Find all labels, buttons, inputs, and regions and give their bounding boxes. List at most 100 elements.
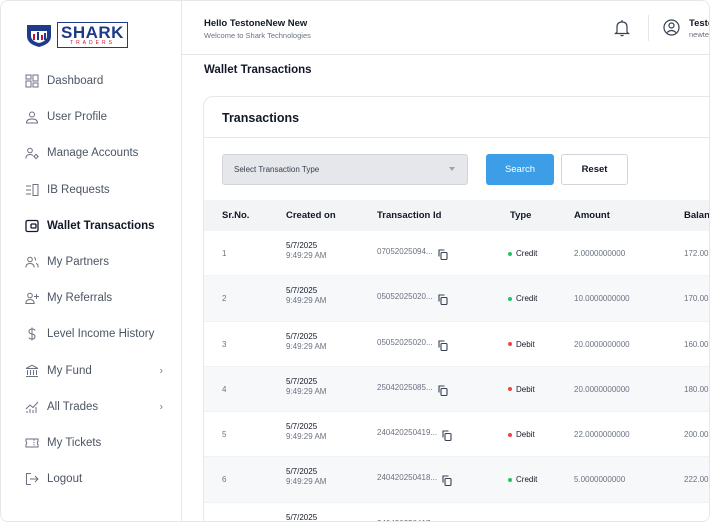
type-label: Debit xyxy=(516,384,535,394)
sidebar-item-my-tickets[interactable]: My Tickets xyxy=(1,425,181,461)
cell-balance: 200.00 xyxy=(684,430,709,440)
chevron-right-icon[interactable]: › xyxy=(160,401,163,412)
sidebar-item-label: All Trades xyxy=(47,400,99,413)
cell-transaction-id: 240420250419... xyxy=(377,424,452,442)
table-row: 1 5/7/2025 9:49:29 AM 07052025094... Credit 2… xyxy=(204,231,709,277)
cell-amount: 10.0000000000 xyxy=(574,294,630,304)
cell-date: 5/7/2025 xyxy=(286,376,318,386)
cell-amount: 22.0000000000 xyxy=(574,430,630,440)
ticket-icon xyxy=(25,436,39,450)
reset-button[interactable]: Reset xyxy=(561,154,628,185)
sidebar-item-my-partners[interactable]: My Partners xyxy=(1,244,181,280)
status-dot xyxy=(508,432,512,437)
cell-sr-no: 5 xyxy=(222,430,227,440)
sidebar-item-label: Dashboard xyxy=(47,75,104,88)
copy-icon[interactable] xyxy=(442,430,452,442)
sidebar-item-label: Logout xyxy=(47,473,83,486)
transaction-id-text: 240420250419... xyxy=(377,428,438,438)
chevron-right-icon[interactable]: › xyxy=(160,365,163,376)
cell-date: 5/7/2025 xyxy=(286,241,318,250)
column-header-type: Type xyxy=(510,210,532,221)
status-dot xyxy=(508,296,512,301)
cell-sr-no: 4 xyxy=(222,384,227,394)
sidebar-item-logout[interactable]: Logout xyxy=(1,461,181,497)
cell-created-on: 5/7/20259:49:29 AM xyxy=(286,332,326,352)
status-dot xyxy=(508,387,512,392)
sidebar-item-ib-requests[interactable]: IB Requests xyxy=(1,172,181,208)
sidebar-item-user-profile[interactable]: User Profile xyxy=(1,99,181,135)
cell-time: 9:49:29 AM xyxy=(286,341,327,351)
user-plus-icon xyxy=(25,291,39,305)
transaction-type-select[interactable]: Select Transaction Type xyxy=(222,154,468,185)
copy-icon[interactable] xyxy=(442,475,452,487)
sidebar-item-label: My Tickets xyxy=(47,436,102,449)
sidebar-item-label: My Referrals xyxy=(47,292,113,305)
cell-date: 5/7/2025 xyxy=(286,422,318,432)
cell-time: 9:49:29 AM xyxy=(286,296,327,306)
table-row: 4 5/7/2025 9:49:29 AM 25042025085... Debit 20… xyxy=(204,366,709,413)
copy-icon[interactable] xyxy=(438,340,448,351)
user-circle-icon[interactable] xyxy=(663,19,680,36)
cell-sr-no: 1 xyxy=(222,249,227,258)
column-header-srno: Sr.No. xyxy=(222,210,250,221)
card-title: Transactions xyxy=(222,111,300,125)
cell-transaction-id: 240420250417... xyxy=(377,515,452,521)
copy-icon[interactable] xyxy=(438,249,448,261)
chart-icon xyxy=(25,400,39,414)
cell-sr-no: 2 xyxy=(222,294,227,304)
users-gear-icon xyxy=(25,146,39,160)
cell-sr-no: 6 xyxy=(222,475,227,485)
user-email: newte xyxy=(689,30,710,39)
cell-date: 5/7/2025 xyxy=(286,286,318,296)
status-dot xyxy=(508,477,512,482)
cell-type: Debit xyxy=(508,340,535,349)
transaction-id-text: 05052025020... xyxy=(377,337,433,347)
cell-amount: 5.0000000000 xyxy=(574,475,626,485)
sidebar-item-level-income-history[interactable]: Level Income History xyxy=(1,316,181,352)
column-header-balance: Balanc xyxy=(684,210,710,221)
sidebar-item-manage-accounts[interactable]: Manage Accounts xyxy=(1,135,181,171)
status-dot xyxy=(508,251,512,256)
cell-created-on: 5/7/20259:49:29 AM xyxy=(286,422,326,442)
sidebar-item-label: My Fund xyxy=(47,364,92,377)
cell-created-on: 5/7/20259:49:29 AM xyxy=(286,467,326,487)
bell-icon[interactable] xyxy=(614,19,630,37)
sidebar-nav: Dashboard User Profile Manage Accounts IB R… xyxy=(1,63,181,497)
list-icon xyxy=(25,183,39,197)
cell-created-on: 5/7/20259:49:29 AM xyxy=(286,513,326,521)
type-label: Credit xyxy=(516,249,538,258)
table-body: 1 5/7/2025 9:49:29 AM 07052025094... Credit 2… xyxy=(204,231,709,521)
sidebar-item-dashboard[interactable]: Dashboard xyxy=(1,63,181,99)
sidebar-item-my-referrals[interactable]: My Referrals xyxy=(1,280,181,316)
card-divider xyxy=(204,137,709,138)
cell-transaction-id: 25042025085... xyxy=(377,379,448,396)
user-name[interactable]: Testo xyxy=(689,18,709,29)
greeting-block: Hello TestoneNew New Welcome to Shark Te… xyxy=(204,18,311,40)
transaction-id-text: 25042025085... xyxy=(377,382,433,392)
column-header-created-on: Created on xyxy=(286,210,336,221)
table-row: 2 5/7/2025 9:49:29 AM 05052025020... Credit 1… xyxy=(204,276,709,322)
copy-icon[interactable] xyxy=(438,294,448,306)
transaction-id-text: 05052025020... xyxy=(377,292,433,302)
copy-icon[interactable] xyxy=(438,385,448,396)
top-header: Hello TestoneNew New Welcome to Shark Te… xyxy=(182,1,710,55)
cell-type: Debit xyxy=(508,385,535,394)
sidebar-item-my-fund[interactable]: My Fund › xyxy=(1,353,181,389)
cell-transaction-id: 240420250418... xyxy=(377,469,452,487)
sidebar-item-all-trades[interactable]: All Trades › xyxy=(1,389,181,425)
cell-type: Credit xyxy=(508,475,537,484)
brand-sub: TRADERS xyxy=(70,39,115,46)
search-button[interactable]: Search xyxy=(486,154,554,185)
dollar-icon xyxy=(25,327,39,341)
cell-time: 9:49:29 AM xyxy=(286,386,327,396)
brand-logo[interactable]: SHARK TRADERS xyxy=(25,21,128,49)
cell-type: Debit xyxy=(508,430,535,439)
type-label: Credit xyxy=(516,475,538,485)
table-row: 3 5/7/2025 9:49:29 AM 05052025020... Debit 20… xyxy=(204,322,709,367)
sidebar-item-wallet-transactions[interactable]: Wallet Transactions xyxy=(1,208,181,244)
header-divider xyxy=(648,15,649,41)
cell-balance: 170.00 xyxy=(684,294,709,304)
caret-down-icon xyxy=(449,167,455,171)
dashboard-grid-icon xyxy=(25,74,39,88)
cell-date: 5/7/2025 xyxy=(286,467,318,477)
